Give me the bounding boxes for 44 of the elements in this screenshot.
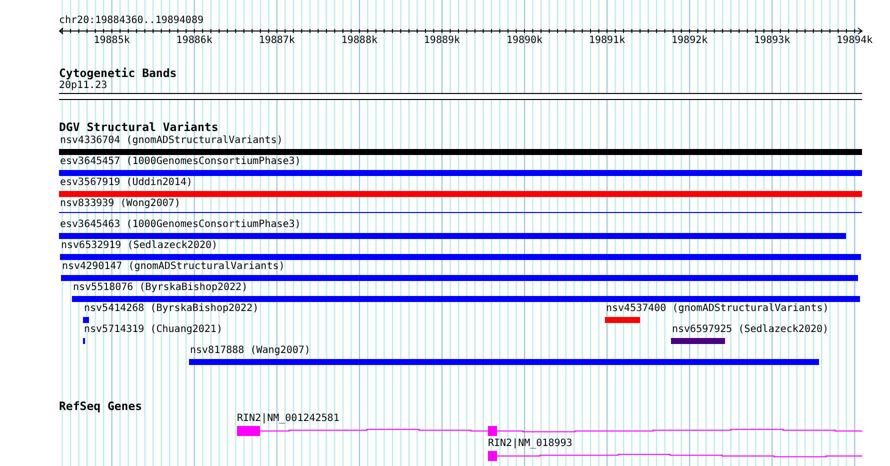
variant-label: nsv4290147 (gnomADStructuralVariants) <box>62 261 285 273</box>
track-title: Cytogenetic Bands <box>59 67 177 79</box>
variant-label: nsv5714319 (Chuang2021) <box>84 324 222 336</box>
variant-label: nsv6532919 (Sedlazeck2020) <box>61 240 218 252</box>
variant-bar[interactable] <box>72 296 860 302</box>
variant-bar[interactable] <box>605 317 640 323</box>
variant-bar[interactable] <box>59 149 862 155</box>
variant-label: nsv817888 (Wang2007) <box>190 345 310 357</box>
gene-label: RIN2|NM_001242581 <box>237 413 340 425</box>
track-title: RefSeq Genes <box>59 400 142 412</box>
variant-line[interactable] <box>59 212 862 213</box>
ruler-tick-label: 19891k <box>588 35 626 47</box>
variant-bar[interactable] <box>59 233 846 239</box>
ruler-tick-label: 19886k <box>176 35 212 47</box>
gene-model[interactable] <box>236 426 862 436</box>
gene-model[interactable] <box>488 451 862 461</box>
variant-label: nsv4336704 (gnomADStructuralVariants) <box>60 135 283 147</box>
variant-bar[interactable] <box>60 254 861 260</box>
variant-label: nsv6597925 (Sedlazeck2020) <box>672 324 829 336</box>
variant-bar[interactable] <box>61 275 858 281</box>
variant-label: esv3567919 (Uddin2014) <box>60 177 192 189</box>
track-title: DGV Structural Variants <box>59 121 218 133</box>
variant-bar[interactable] <box>671 338 725 344</box>
variant-label: nsv833939 (Wong2007) <box>60 198 180 210</box>
ruler-tick-label: 19885k <box>94 35 130 47</box>
ruler-tick-label: 19890k <box>506 35 543 47</box>
variant-label: esv3645463 (1000GenomesConsortiumPhase3) <box>60 219 301 231</box>
variant-label: nsv5518076 (ByrskaBishop2022) <box>73 282 248 294</box>
ruler-tick-label: 19887k <box>258 35 295 47</box>
ruler-tick-label: 19892k <box>672 35 708 47</box>
ruler-tick-label: 19893k <box>754 35 790 47</box>
ruler-tick-label: 19888k <box>341 35 378 47</box>
ruler-tick-label: 19889k <box>424 35 460 47</box>
variant-bar[interactable] <box>83 317 89 323</box>
variant-bar[interactable] <box>189 359 819 365</box>
band-label: 20p11.23 <box>59 80 108 92</box>
variant-label: nsv4537400 (gnomADStructuralVariants) <box>606 303 829 315</box>
ruler-tick-label: 19894k <box>836 35 873 47</box>
variant-bar[interactable] <box>59 191 862 197</box>
variant-label: nsv5414268 (ByrskaBishop2022) <box>84 303 259 315</box>
variant-label: esv3645457 (1000GenomesConsortiumPhase3) <box>60 156 301 168</box>
gene-label: RIN2|NM_018993 <box>488 438 572 450</box>
location-label: chr20:19884360..19894089 <box>59 15 204 27</box>
variant-bar[interactable] <box>59 170 862 176</box>
